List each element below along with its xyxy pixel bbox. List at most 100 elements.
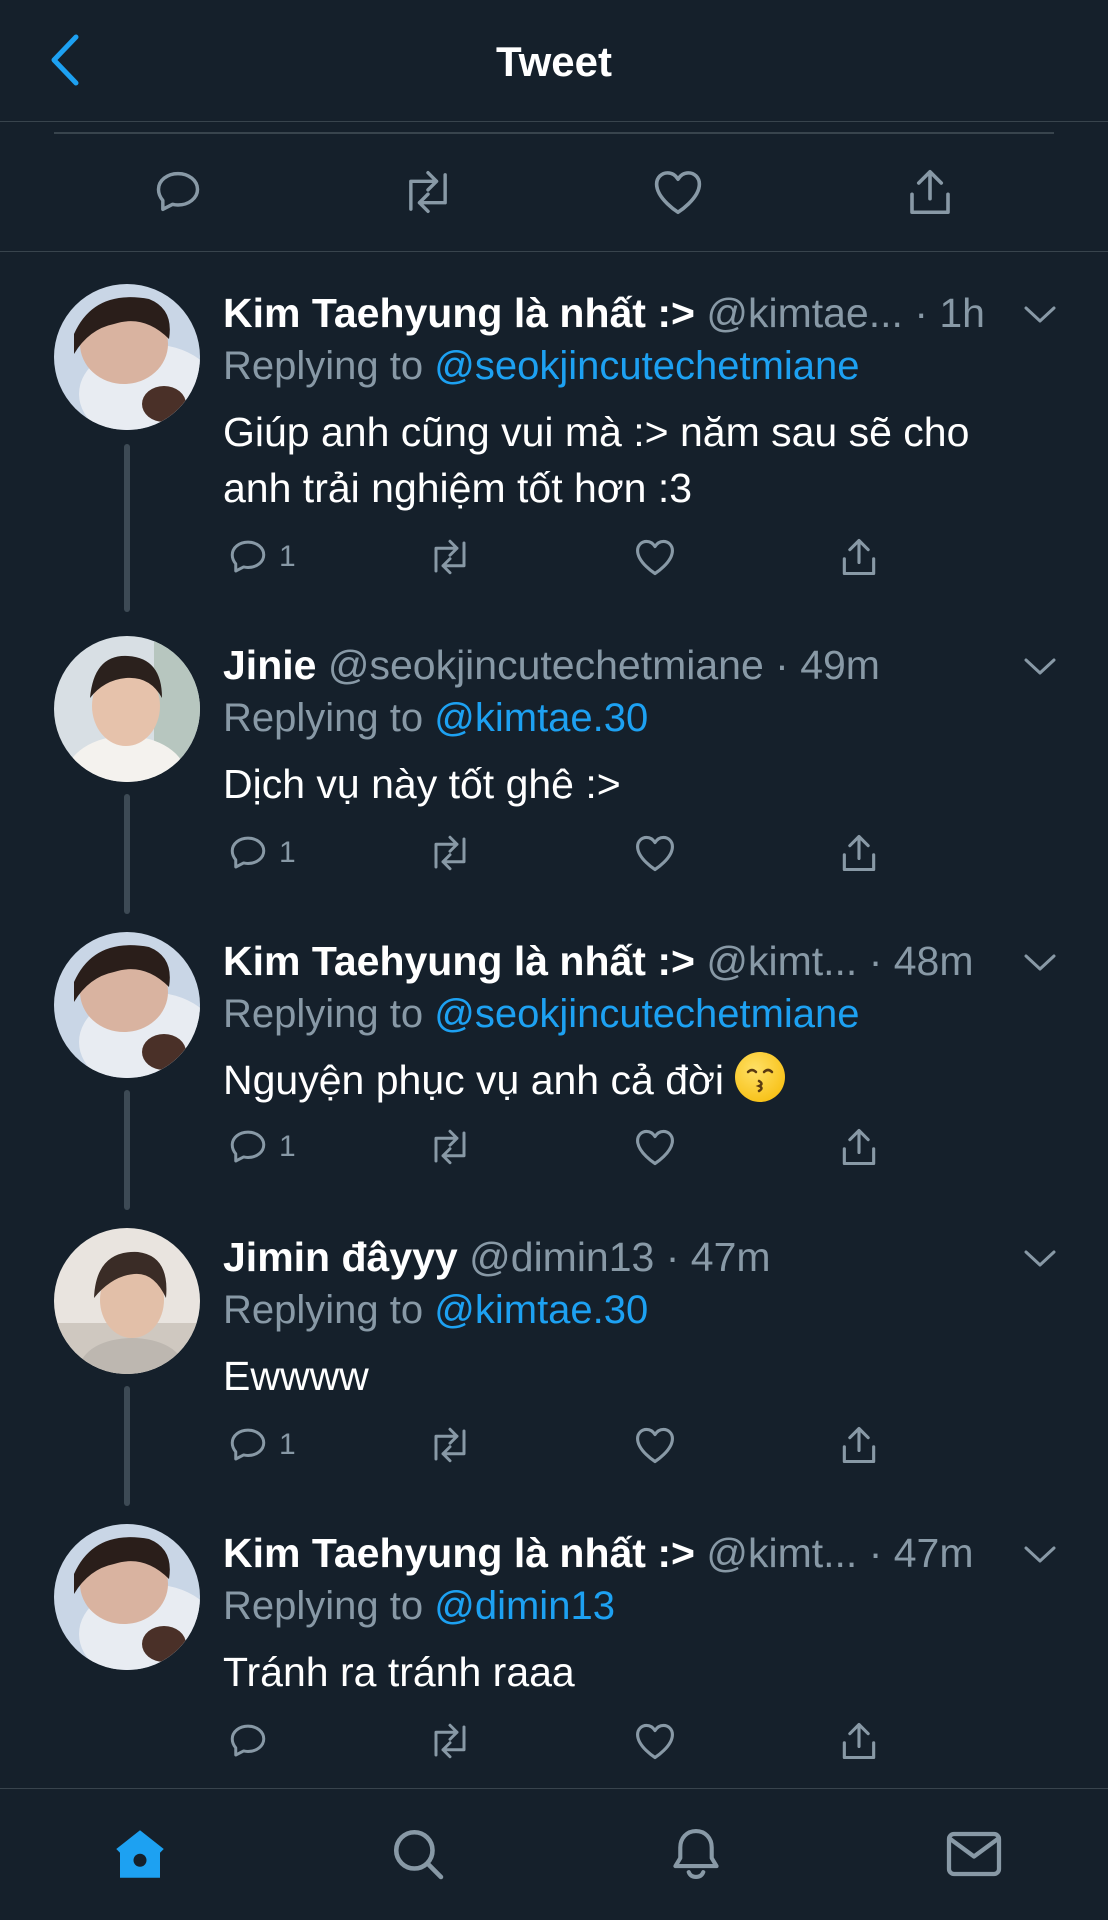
tweet-actions: [223, 1716, 923, 1766]
display-name[interactable]: Kim Taehyung là nhất :>: [223, 1530, 695, 1576]
thread-line: [124, 794, 130, 914]
more-options-button[interactable]: [1020, 1244, 1060, 1274]
mention-link[interactable]: @kimtae.30: [434, 1288, 648, 1332]
share-button[interactable]: [837, 1420, 881, 1470]
share-icon: [842, 538, 876, 576]
mention-link[interactable]: @seokjincutechetmiane: [434, 344, 859, 388]
reply-tweet[interactable]: Kim Taehyung là nhất :> @kimt... · 48m R…: [0, 930, 1108, 1226]
reply-icon: [156, 171, 200, 212]
divider: [54, 132, 1054, 134]
tweet-header: Jinie @seokjincutechetmiane · 49m: [223, 642, 1023, 694]
replying-to: Replying to @seokjincutechetmiane: [223, 344, 860, 388]
username[interactable]: @kimt...: [706, 938, 857, 984]
like-button[interactable]: [633, 1420, 677, 1470]
more-options-button[interactable]: [1020, 652, 1060, 682]
reply-button[interactable]: 1: [227, 1420, 296, 1470]
more-options-button[interactable]: [1020, 1540, 1060, 1570]
reply-button[interactable]: [227, 1716, 279, 1766]
tweet-actions: 1: [223, 1420, 923, 1470]
bottom-tab-bar: [0, 1788, 1108, 1920]
reply-tweet[interactable]: Kim Taehyung là nhất :> @kimt... · 47m R…: [0, 1522, 1108, 1818]
tweet-text: Nguyện phục vụ anh cả đời: [223, 1052, 1043, 1108]
tweet-actions: 1: [223, 1122, 923, 1172]
like-button[interactable]: [648, 162, 708, 222]
reply-icon: [230, 1130, 266, 1163]
display-name[interactable]: Kim Taehyung là nhất :>: [223, 938, 695, 984]
avatar[interactable]: [54, 932, 200, 1078]
more-options-button[interactable]: [1020, 300, 1060, 330]
reply-tweet[interactable]: Kim Taehyung là nhất :> @kimtae... · 1h …: [0, 282, 1108, 612]
like-button[interactable]: [633, 1716, 677, 1766]
heart-icon: [636, 1427, 674, 1464]
retweet-button[interactable]: [425, 828, 475, 878]
username[interactable]: @kimt...: [706, 1530, 857, 1576]
chevron-down-icon: [1024, 306, 1056, 323]
replying-to: Replying to @seokjincutechetmiane: [223, 992, 860, 1036]
page-title: Tweet: [496, 38, 612, 85]
timestamp: 48m: [893, 938, 974, 984]
avatar[interactable]: [54, 284, 200, 430]
reply-tweet[interactable]: Jinie @seokjincutechetmiane · 49m Replyi…: [0, 634, 1108, 930]
retweet-button[interactable]: [398, 162, 458, 222]
retweet-icon: [434, 1723, 466, 1759]
share-button[interactable]: [900, 162, 960, 222]
reply-button[interactable]: [148, 162, 208, 222]
username[interactable]: @seokjincutechetmiane: [328, 642, 764, 688]
tab-search[interactable]: [383, 1819, 453, 1889]
display-name[interactable]: Jimin đâyyy: [223, 1234, 458, 1280]
reply-tweet[interactable]: Jimin đâyyy @dimin13 · 47m Replying to @…: [0, 1226, 1108, 1522]
mention-link[interactable]: @dimin13: [434, 1584, 615, 1628]
share-icon: [842, 1722, 876, 1760]
search-icon: [393, 1829, 444, 1880]
share-button[interactable]: [837, 1716, 881, 1766]
tweet-text-content: Nguyện phục vụ anh cả đời: [223, 1057, 724, 1103]
kissing-face-emoji-icon: [735, 1052, 786, 1102]
like-button[interactable]: [633, 532, 677, 582]
reply-icon: [230, 1428, 266, 1461]
chevron-down-icon: [1024, 954, 1056, 971]
tab-home[interactable]: [105, 1819, 175, 1889]
avatar[interactable]: [54, 1228, 200, 1374]
tweet-text: Dịch vụ này tốt ghê :>: [223, 761, 621, 807]
mention-link[interactable]: @kimtae.30: [434, 696, 648, 740]
reply-count: 1: [279, 836, 296, 869]
like-button[interactable]: [633, 828, 677, 878]
tweet-header: Jimin đâyyy @dimin13 · 47m: [223, 1234, 1023, 1286]
retweet-button[interactable]: [425, 1716, 475, 1766]
reply-button[interactable]: 1: [227, 1122, 296, 1172]
separator: ·: [857, 1530, 894, 1576]
share-icon: [842, 834, 876, 872]
bell-icon: [673, 1828, 719, 1880]
tab-notifications[interactable]: [661, 1819, 731, 1889]
separator: ·: [763, 642, 801, 688]
tab-messages[interactable]: [939, 1819, 1009, 1889]
reply-count: 1: [279, 540, 296, 573]
display-name[interactable]: Jinie: [223, 642, 316, 688]
username[interactable]: @dimin13: [469, 1234, 654, 1280]
avatar[interactable]: [54, 1524, 200, 1670]
timestamp: 47m: [690, 1234, 771, 1280]
share-button[interactable]: [837, 828, 881, 878]
heart-icon: [636, 539, 674, 576]
more-options-button[interactable]: [1020, 948, 1060, 978]
reply-count: 1: [279, 1428, 296, 1461]
share-icon: [842, 1426, 876, 1464]
home-icon: [116, 1830, 164, 1878]
retweet-icon: [434, 835, 466, 871]
avatar[interactable]: [54, 636, 200, 782]
reply-button[interactable]: 1: [227, 828, 296, 878]
retweet-button[interactable]: [425, 1122, 475, 1172]
reply-icon: [230, 1724, 266, 1757]
tweet-header: Kim Taehyung là nhất :> @kimt... · 47m: [223, 1530, 1023, 1582]
retweet-icon: [434, 1427, 466, 1463]
mention-link[interactable]: @seokjincutechetmiane: [434, 992, 859, 1036]
share-button[interactable]: [837, 1122, 881, 1172]
retweet-button[interactable]: [425, 1420, 475, 1470]
username[interactable]: @kimtae...: [706, 290, 903, 336]
timestamp: 47m: [893, 1530, 974, 1576]
retweet-button[interactable]: [425, 532, 475, 582]
share-button[interactable]: [837, 532, 881, 582]
reply-button[interactable]: 1: [227, 532, 296, 582]
like-button[interactable]: [633, 1122, 677, 1172]
display-name[interactable]: Kim Taehyung là nhất :>: [223, 290, 695, 336]
